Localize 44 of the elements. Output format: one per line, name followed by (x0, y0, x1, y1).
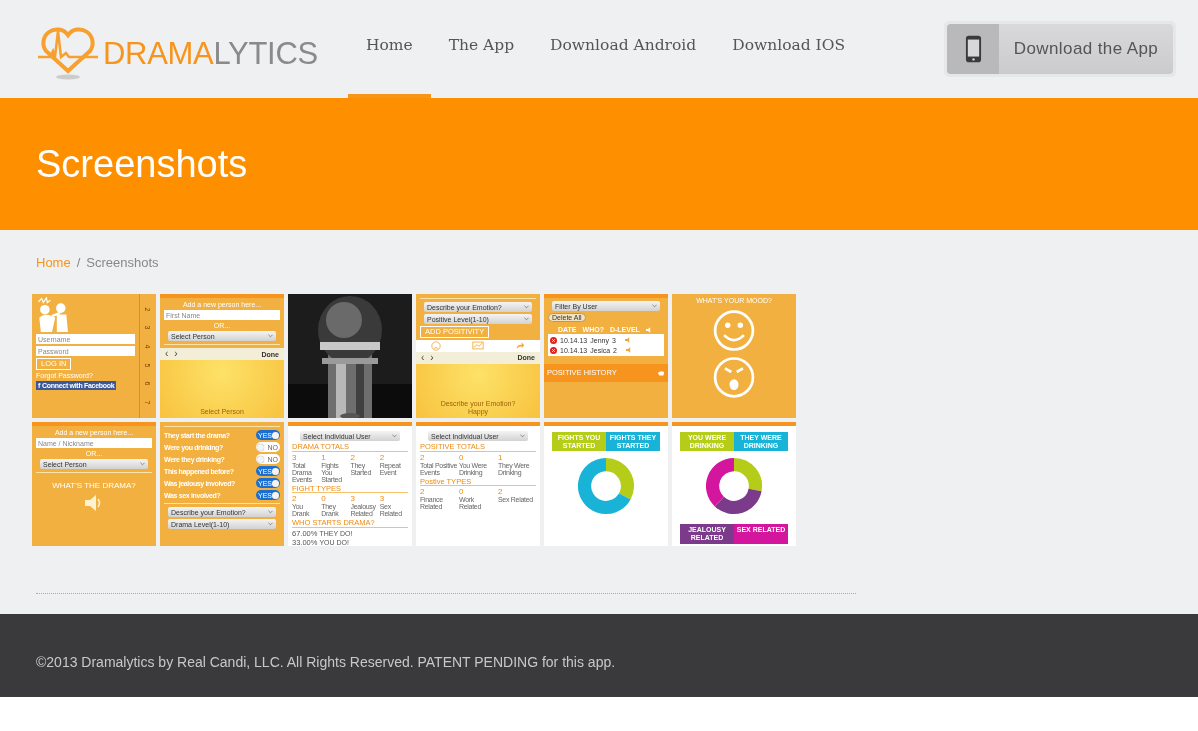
stat-value: 3 (350, 495, 356, 503)
heart-logo-icon (36, 25, 100, 81)
delete-icon (550, 336, 557, 344)
chevron-down-icon (524, 305, 529, 309)
stat-value: 3 (379, 495, 386, 503)
chart-icon (472, 341, 484, 350)
nav-link[interactable]: Download IOS (714, 0, 864, 98)
stat-value: 2 (350, 453, 356, 462)
stat-value: 2 (292, 495, 298, 503)
app-title: WHAT'S THE DRAMA? (51, 482, 137, 490)
copyright-text: ©2013 Dramalytics by Real Candi, LLC. All Rights Reserved. PATENT PENDING for this app. (36, 653, 616, 670)
stat-value: 2 (498, 488, 504, 496)
delete-icon (550, 346, 557, 354)
stat-value: 2 (420, 488, 426, 496)
breadcrumb-current: Screenshots (86, 255, 159, 270)
stat-value: 0 (459, 453, 465, 462)
next-arrow: › (430, 352, 434, 363)
arrow-icon (514, 341, 525, 350)
stat-value: 1 (321, 453, 327, 462)
previous-arrow: ‹ (421, 352, 425, 363)
phone-icon (964, 34, 982, 64)
stat-value: 0 (459, 488, 465, 496)
chevron-down-icon (524, 317, 529, 321)
chevron-down-icon (652, 304, 657, 308)
stat-value: 1 (498, 453, 504, 462)
chevron-down-icon (268, 334, 273, 338)
stat-value: 0 (321, 495, 327, 503)
screenshot-thumbnail[interactable] (288, 422, 412, 546)
breadcrumb-separator: / (76, 255, 81, 270)
download-app-button[interactable]: Download the App (947, 24, 1173, 74)
next-arrow: › (174, 349, 178, 359)
chevron-down-icon (140, 462, 145, 466)
nav-link[interactable]: The App (430, 0, 533, 98)
chevron-down-icon (520, 434, 525, 438)
stat-value: 3 (292, 453, 298, 462)
chevron-down-icon (392, 434, 397, 438)
chevron-down-icon (268, 522, 273, 526)
sad-face-icon (431, 340, 442, 351)
previous-arrow: ‹ (165, 349, 169, 359)
stat-value: 2 (420, 453, 426, 462)
stat-value: 2 (379, 453, 386, 462)
page-title: Screenshots (36, 142, 248, 186)
chevron-down-icon (268, 510, 273, 514)
nav-link[interactable]: Download Android (532, 0, 715, 98)
